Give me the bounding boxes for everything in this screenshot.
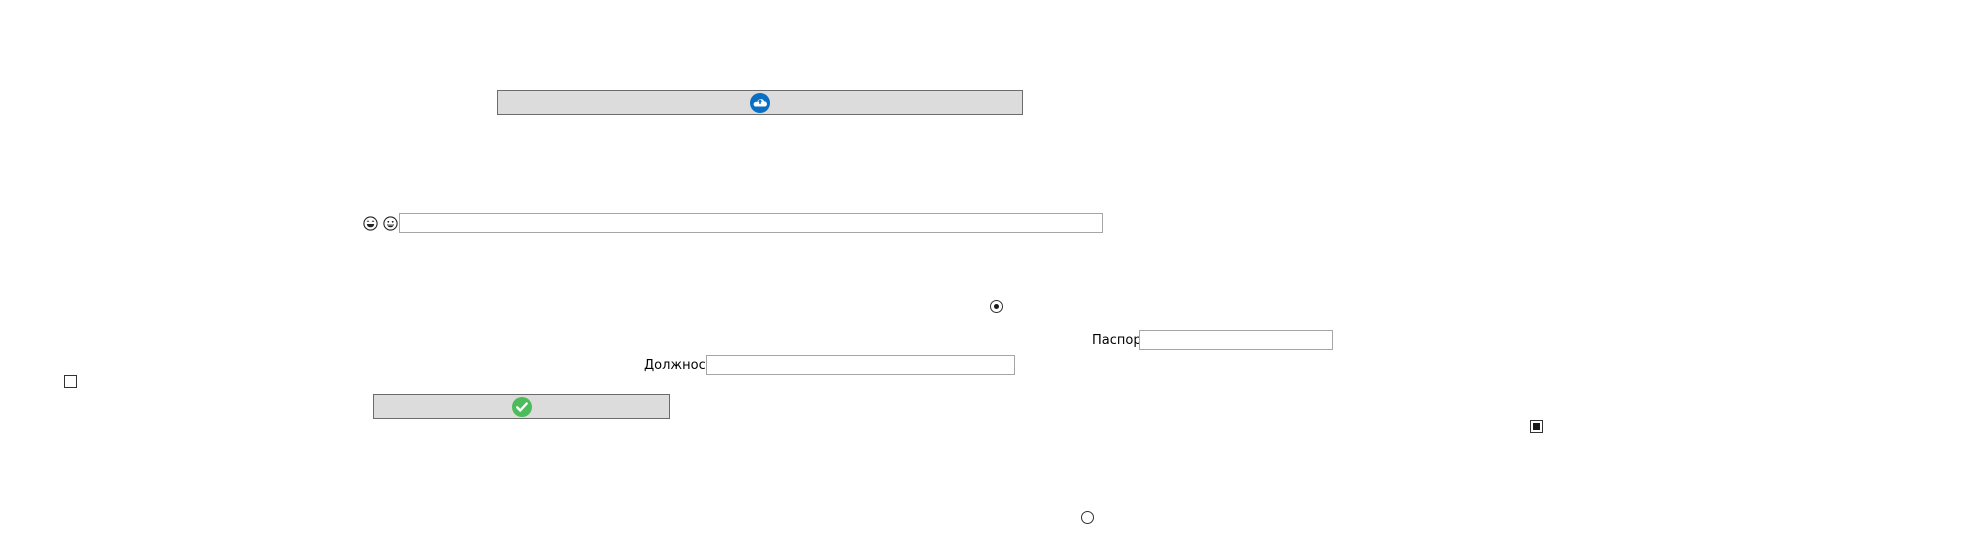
cloud-upload-button[interactable] bbox=[497, 90, 1023, 115]
radio-button-unselected[interactable] bbox=[1081, 511, 1094, 524]
smiling-face-icon bbox=[383, 216, 398, 235]
radio-selected-dot bbox=[994, 304, 999, 309]
laughing-face-icon bbox=[363, 216, 378, 235]
radio-button-selected[interactable] bbox=[990, 300, 1003, 313]
emoji-text-input[interactable] bbox=[399, 213, 1103, 233]
position-input[interactable] bbox=[706, 355, 1015, 375]
checkbox-indeterminate-mark bbox=[1533, 423, 1540, 430]
confirm-button[interactable] bbox=[373, 394, 670, 419]
checkbox-unchecked[interactable] bbox=[64, 375, 77, 388]
passport-input[interactable] bbox=[1139, 330, 1333, 350]
check-circle-icon bbox=[511, 396, 532, 417]
checkbox-indeterminate[interactable] bbox=[1530, 420, 1543, 433]
cloud-upload-icon bbox=[750, 92, 770, 113]
